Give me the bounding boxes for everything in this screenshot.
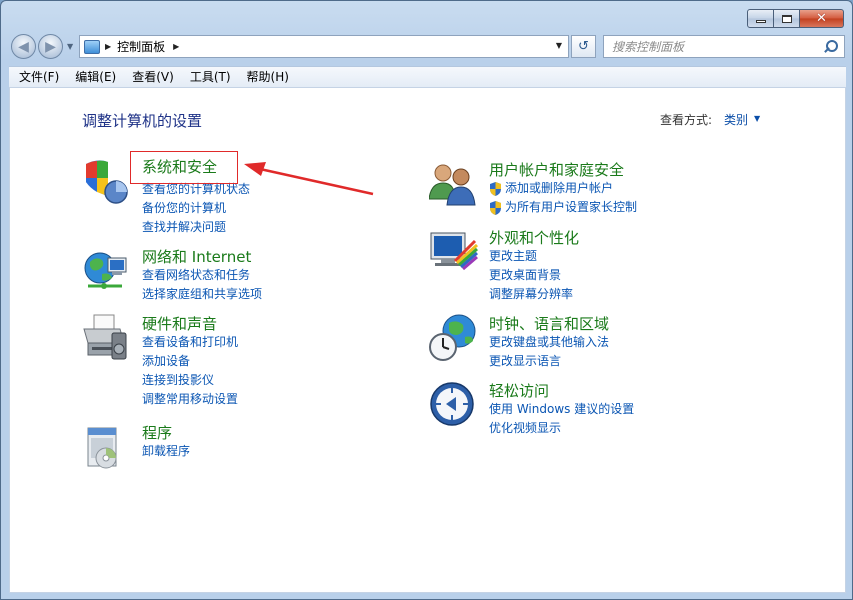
link-screen-resolution[interactable]: 调整屏幕分辨率 xyxy=(489,285,573,304)
category-title-ease-of-access[interactable]: 轻松访问 xyxy=(489,380,549,401)
programs-icon[interactable] xyxy=(82,422,132,472)
link-add-remove-accounts-label: 添加或删除用户帐户 xyxy=(505,181,614,195)
printer-icon[interactable] xyxy=(82,313,132,363)
link-add-remove-accounts[interactable]: 添加或删除用户帐户 xyxy=(489,179,637,198)
annotation-arrow-icon xyxy=(244,162,374,196)
minimize-button[interactable] xyxy=(747,9,774,28)
clock-globe-icon[interactable] xyxy=(429,313,479,363)
menu-edit[interactable]: 编辑(E) xyxy=(67,67,124,87)
link-parental-controls-label: 为所有用户设置家长控制 xyxy=(505,200,638,214)
recent-pages-dropdown[interactable]: ▼ xyxy=(67,42,73,51)
close-icon: ✕ xyxy=(816,11,827,26)
search-icon[interactable] xyxy=(822,39,838,55)
uac-shield-icon xyxy=(490,181,501,196)
address-bar[interactable]: ▶ 控制面板 ▶ ▼ xyxy=(79,35,569,58)
category-title-appearance[interactable]: 外观和个性化 xyxy=(489,227,579,248)
control-panel-icon xyxy=(84,39,100,54)
link-add-device[interactable]: 添加设备 xyxy=(142,352,238,371)
category-title-network-internet[interactable]: 网络和 Internet xyxy=(142,246,251,267)
category-title-user-accounts[interactable]: 用户帐户和家庭安全 xyxy=(489,159,624,180)
link-homegroup-sharing[interactable]: 选择家庭组和共享选项 xyxy=(142,285,262,304)
link-parental-controls[interactable]: 为所有用户设置家长控制 xyxy=(489,198,637,217)
forward-button[interactable]: ▶ xyxy=(38,34,63,59)
link-uninstall-program[interactable]: 卸载程序 xyxy=(142,442,190,461)
navigation-bar: ◀ ▶ ▼ ▶ 控制面板 ▶ ▼ ↺ 搜索控制面板 xyxy=(9,34,846,60)
link-troubleshoot[interactable]: 查找并解决问题 xyxy=(142,218,250,237)
link-mobility-settings[interactable]: 调整常用移动设置 xyxy=(142,390,238,409)
link-windows-recommended-settings[interactable]: 使用 Windows 建议的设置 xyxy=(489,400,634,419)
maximize-button[interactable] xyxy=(774,9,800,28)
main-content: 调整计算机的设置 查看方式: 类别 ▼ 系统和安全 查看您的计算机状态 备份您的… xyxy=(9,88,846,593)
view-by-dropdown[interactable]: 类别 xyxy=(724,111,748,128)
category-title-hardware-sound[interactable]: 硬件和声音 xyxy=(142,313,217,334)
breadcrumb-chevron-icon[interactable]: ▶ xyxy=(173,42,179,51)
users-icon[interactable] xyxy=(429,159,479,209)
close-button[interactable]: ✕ xyxy=(800,9,844,28)
annotation-highlight-box xyxy=(130,151,238,184)
menu-file[interactable]: 文件(F) xyxy=(11,67,67,87)
link-change-background[interactable]: 更改桌面背景 xyxy=(489,266,573,285)
back-button[interactable]: ◀ xyxy=(11,34,36,59)
breadcrumb-chevron-icon[interactable]: ▶ xyxy=(105,42,111,51)
category-title-clock-language[interactable]: 时钟、语言和区域 xyxy=(489,313,609,334)
view-by-dropdown-arrow-icon[interactable]: ▼ xyxy=(754,114,760,123)
breadcrumb-control-panel[interactable]: 控制面板 xyxy=(117,38,165,55)
shield-icon[interactable] xyxy=(82,156,132,206)
link-devices-printers[interactable]: 查看设备和打印机 xyxy=(142,333,238,352)
link-backup-computer[interactable]: 备份您的计算机 xyxy=(142,199,250,218)
menu-bar: 文件(F) 编辑(E) 查看(V) 工具(T) 帮助(H) xyxy=(9,66,846,88)
link-network-status[interactable]: 查看网络状态和任务 xyxy=(142,266,262,285)
refresh-button[interactable]: ↺ xyxy=(571,35,596,58)
caption-buttons: ✕ xyxy=(747,9,844,28)
search-input[interactable]: 搜索控制面板 xyxy=(612,38,822,55)
view-by-label: 查看方式: xyxy=(660,113,713,127)
menu-view[interactable]: 查看(V) xyxy=(124,67,182,87)
category-title-programs[interactable]: 程序 xyxy=(142,422,172,443)
minimize-icon xyxy=(755,20,766,23)
ease-of-access-icon[interactable] xyxy=(429,380,479,430)
back-arrow-icon: ◀ xyxy=(18,38,29,55)
menu-help[interactable]: 帮助(H) xyxy=(239,67,297,87)
menu-tools[interactable]: 工具(T) xyxy=(182,67,239,87)
refresh-icon: ↺ xyxy=(578,39,589,54)
network-globe-icon[interactable] xyxy=(82,246,132,296)
uac-shield-icon xyxy=(490,200,501,215)
search-box[interactable]: 搜索控制面板 xyxy=(603,35,845,58)
forward-arrow-icon: ▶ xyxy=(45,38,56,55)
link-connect-projector[interactable]: 连接到投影仪 xyxy=(142,371,238,390)
control-panel-window: ✕ ◀ ▶ ▼ ▶ 控制面板 ▶ ▼ ↺ 搜索控制面板 文件(F) 编辑(E) … xyxy=(0,0,853,600)
address-dropdown-icon[interactable]: ▼ xyxy=(556,41,562,50)
link-change-display-language[interactable]: 更改显示语言 xyxy=(489,352,609,371)
maximize-icon xyxy=(781,14,792,23)
monitor-palette-icon[interactable] xyxy=(429,227,479,277)
page-title: 调整计算机的设置 xyxy=(82,112,203,130)
link-change-input-method[interactable]: 更改键盘或其他输入法 xyxy=(489,333,609,352)
link-change-theme[interactable]: 更改主题 xyxy=(489,247,573,266)
link-optimize-video-display[interactable]: 优化视频显示 xyxy=(489,419,634,438)
